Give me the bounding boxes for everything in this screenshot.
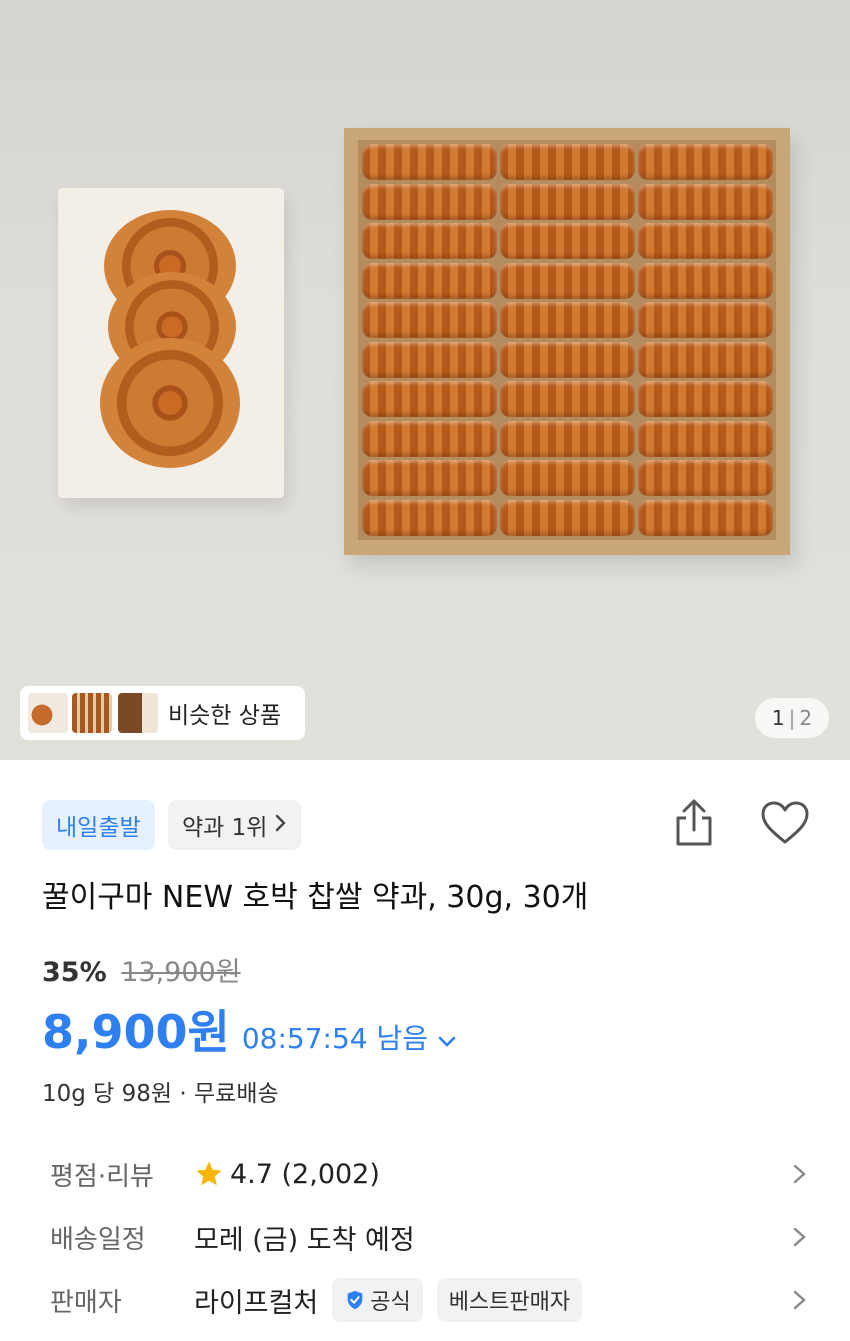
rating-value: 4.7 (2,002)	[230, 1158, 380, 1190]
similar-thumbnail	[72, 693, 112, 733]
yakgwa-pack	[362, 302, 497, 338]
delivery-label: 배송일정	[50, 1224, 146, 1255]
yakgwa-pack	[362, 420, 497, 457]
discount-rate: 35%	[42, 957, 107, 988]
yakgwa-pack	[500, 144, 635, 180]
yakgwa-plate	[58, 188, 284, 498]
unit-price-shipping: 10g 당 98원 · 무료배송	[42, 1081, 279, 1107]
yakgwa-pack	[362, 341, 497, 378]
rating-review-row[interactable]: 평점·리뷰 4.7 (2,002)	[50, 1152, 810, 1196]
yakgwa-pack	[638, 381, 773, 417]
sale-price: 8,900원	[42, 1005, 230, 1059]
product-title: 꿀이구마 NEW 호박 찹쌀 약과, 30g, 30개	[42, 880, 589, 915]
yakgwa-pack	[362, 223, 497, 259]
ranking-badge[interactable]: 약과 1위	[168, 800, 302, 850]
yakgwa-pack	[500, 302, 635, 338]
seller-value-wrap: 라이프컬처 공식 베스트판매자	[194, 1278, 583, 1322]
yakgwa-pack	[638, 183, 773, 220]
yakgwa-pack	[638, 420, 773, 457]
best-seller-badge: 베스트판매자	[436, 1278, 583, 1322]
deal-timer[interactable]: 08:57:54 남음	[242, 1017, 428, 1057]
chevron-right-icon	[275, 813, 287, 838]
seller-label: 판매자	[50, 1287, 122, 1318]
yakgwa-pack	[500, 499, 635, 536]
chevron-right-icon	[790, 1286, 810, 1314]
image-pager: 1 | 2	[755, 698, 829, 738]
official-label: 공식	[370, 1290, 411, 1315]
yakgwa-pack	[638, 499, 773, 536]
yakgwa-pack	[362, 381, 497, 417]
delivery-value: 모레 (금) 도착 예정	[194, 1224, 415, 1256]
pager-current: 1	[771, 706, 785, 730]
yakgwa-pack	[500, 341, 635, 378]
yakgwa-pack	[362, 262, 497, 299]
seller-row[interactable]: 판매자 라이프컬처 공식 베스트판매자	[50, 1278, 810, 1322]
share-icon[interactable]	[672, 798, 716, 848]
similar-products-label: 비슷한 상품	[168, 703, 282, 729]
pager-total: 2	[799, 706, 813, 730]
yakgwa-pack	[362, 144, 497, 180]
chevron-right-icon	[790, 1160, 810, 1188]
yakgwa-packs	[358, 140, 776, 540]
similar-products-button[interactable]: 비슷한 상품	[20, 686, 305, 740]
product-image[interactable]: 비슷한 상품 1 | 2	[0, 0, 850, 760]
yakgwa-pack	[362, 183, 497, 220]
yakgwa-gift-box	[344, 128, 790, 555]
yakgwa-pack	[638, 341, 773, 378]
yakgwa-pack	[362, 499, 497, 536]
rating-value-wrap: 4.7 (2,002)	[194, 1159, 380, 1190]
pager-separator: |	[788, 706, 796, 730]
yakgwa-pack	[500, 460, 635, 496]
original-price: 13,900원	[121, 957, 241, 988]
yakgwa-pack	[362, 460, 497, 496]
yakgwa-pack	[638, 144, 773, 180]
check-badge-icon	[347, 1290, 363, 1310]
chevron-down-icon[interactable]	[438, 1029, 456, 1053]
yakgwa-pack	[638, 262, 773, 299]
official-badge: 공식	[332, 1278, 423, 1322]
delivery-schedule-row[interactable]: 배송일정 모레 (금) 도착 예정	[50, 1215, 810, 1259]
star-icon	[196, 1161, 222, 1186]
yakgwa-pack	[500, 262, 635, 299]
yakgwa-pack	[638, 460, 773, 496]
seller-name: 라이프컬처	[194, 1287, 319, 1319]
ranking-label: 약과 1위	[182, 815, 268, 841]
yakgwa-cookie	[100, 338, 240, 468]
similar-thumbnail	[118, 693, 158, 733]
chevron-right-icon	[790, 1223, 810, 1251]
similar-thumbnail	[28, 693, 68, 733]
yakgwa-pack	[500, 420, 635, 457]
yakgwa-pack	[500, 223, 635, 259]
yakgwa-pack	[638, 302, 773, 338]
yakgwa-pack	[638, 223, 773, 259]
heart-icon[interactable]	[760, 800, 810, 846]
yakgwa-pack	[500, 381, 635, 417]
discount-row: 35% 13,900원	[42, 950, 241, 989]
delivery-badge: 내일출발	[42, 800, 155, 850]
rating-label: 평점·리뷰	[50, 1161, 154, 1192]
price-row: 8,900원 08:57:54 남음	[42, 996, 456, 1062]
yakgwa-pack	[500, 183, 635, 220]
